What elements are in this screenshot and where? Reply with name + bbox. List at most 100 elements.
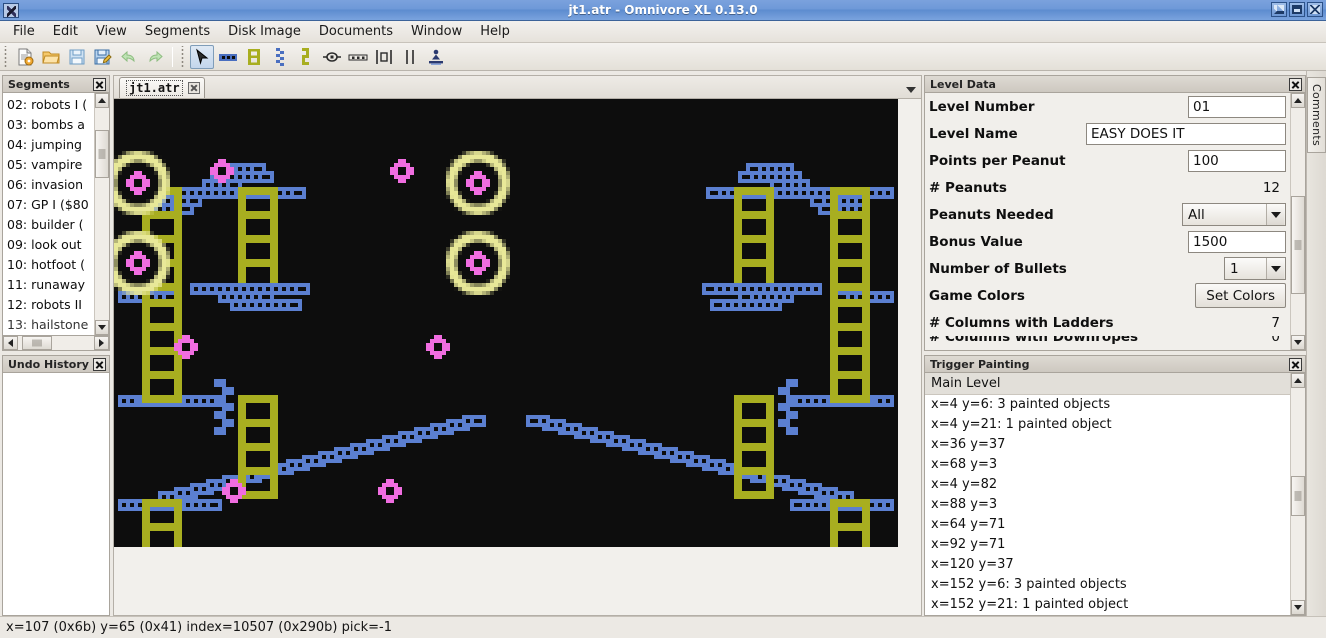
list-item[interactable]: 06: invasion xyxy=(4,175,94,195)
trigger-painting-vertical-scrollbar[interactable] xyxy=(1290,373,1305,615)
list-item[interactable]: 04: jumping xyxy=(4,135,94,155)
select-tool-button[interactable] xyxy=(190,44,214,69)
list-item[interactable]: 03: bombs a xyxy=(4,115,94,135)
draw-girder-button[interactable] xyxy=(216,45,240,69)
trigger-painting-panel-title: Trigger Painting xyxy=(924,355,1306,372)
scroll-track[interactable] xyxy=(1291,388,1305,600)
list-item[interactable]: x=4 y=82 xyxy=(925,475,1290,495)
menu-view[interactable]: View xyxy=(87,21,136,42)
chevron-down-icon[interactable] xyxy=(1266,204,1284,225)
list-item[interactable]: x=88 y=3 xyxy=(925,495,1290,515)
segments-panel-close-icon[interactable] xyxy=(93,77,106,91)
level-number-input[interactable]: 01 xyxy=(1188,95,1286,118)
redo-button[interactable] xyxy=(143,45,167,69)
save-as-button[interactable] xyxy=(91,45,115,69)
scroll-hthumb[interactable] xyxy=(22,336,52,350)
segments-panel-label: Segments xyxy=(8,77,70,91)
list-item[interactable]: 12: robots II xyxy=(4,295,94,315)
application-window: jt1.atr - Omnivore XL 0.13.0 File Edit V… xyxy=(0,0,1326,638)
list-item[interactable]: x=36 y=37 xyxy=(925,435,1290,455)
undo-button[interactable] xyxy=(117,45,141,69)
set-colors-button[interactable]: Set Colors xyxy=(1195,283,1286,308)
bonus-value-input[interactable]: 1500 xyxy=(1188,230,1286,253)
menu-help[interactable]: Help xyxy=(471,21,519,42)
menu-segments[interactable]: Segments xyxy=(136,21,219,42)
jumpman-level-canvas[interactable] xyxy=(114,99,898,547)
menu-disk-image[interactable]: Disk Image xyxy=(219,21,310,42)
number-of-bullets-select[interactable]: 1 xyxy=(1224,257,1286,280)
undo-history-panel-close-icon[interactable] xyxy=(93,357,106,371)
draw-downrope-button[interactable] xyxy=(268,45,292,69)
scroll-track[interactable] xyxy=(95,108,109,320)
menu-documents[interactable]: Documents xyxy=(310,21,402,42)
scroll-down-button[interactable] xyxy=(95,320,109,335)
level-name-input[interactable]: EASY DOES IT xyxy=(1086,122,1286,145)
list-item[interactable]: 13: hailstone xyxy=(4,315,94,335)
scroll-up-button[interactable] xyxy=(1291,93,1305,108)
scroll-down-button[interactable] xyxy=(1291,600,1305,615)
menu-edit[interactable]: Edit xyxy=(44,21,87,42)
tab-close-icon[interactable] xyxy=(187,82,200,94)
list-item[interactable]: x=152 y=6: 3 painted objects xyxy=(925,575,1290,595)
close-button[interactable] xyxy=(1307,2,1323,17)
erase-girder-button[interactable] xyxy=(346,45,370,69)
trigger-painting-panel-close-icon[interactable] xyxy=(1289,357,1302,371)
scroll-up-button[interactable] xyxy=(1291,373,1305,388)
chevron-down-icon[interactable] xyxy=(1266,258,1284,279)
list-item[interactable]: 11: runaway xyxy=(4,275,94,295)
chevron-down-icon[interactable] xyxy=(906,87,916,93)
list-item[interactable]: 07: GP I ($80 xyxy=(4,195,94,215)
label-bonus-value: Bonus Value xyxy=(929,233,1023,250)
level-canvas-area[interactable] xyxy=(113,99,922,616)
scroll-thumb[interactable] xyxy=(1291,476,1305,516)
list-item[interactable]: 02: robots I ( xyxy=(4,95,94,115)
scroll-up-button[interactable] xyxy=(95,93,109,108)
mirror-vertical-button[interactable] xyxy=(398,45,422,69)
scroll-thumb[interactable] xyxy=(95,130,109,178)
trigger-painting-header: Main Level xyxy=(925,373,1290,395)
list-item[interactable]: x=120 y=37 xyxy=(925,555,1290,575)
minimize-button[interactable] xyxy=(1271,2,1287,17)
scroll-thumb[interactable] xyxy=(1291,196,1305,294)
new-document-button[interactable] xyxy=(13,45,37,69)
undo-history-list[interactable] xyxy=(2,372,110,616)
draw-ladder-button[interactable] xyxy=(242,45,266,69)
peanuts-needed-select[interactable]: All xyxy=(1182,203,1286,226)
list-item[interactable]: x=152 y=21: 1 painted object xyxy=(925,595,1290,615)
chevron-up-icon xyxy=(1294,378,1302,383)
scroll-right-button[interactable] xyxy=(94,336,109,350)
list-item[interactable]: 10: hotfoot ( xyxy=(4,255,94,275)
menu-file[interactable]: File xyxy=(4,21,44,42)
tab-comments[interactable]: Comments xyxy=(1307,77,1326,154)
jumpman-sprite-button[interactable] xyxy=(424,45,448,69)
list-item[interactable]: x=92 y=71 xyxy=(925,535,1290,555)
tab-jt1-atr[interactable]: jt1.atr xyxy=(119,77,205,98)
list-item[interactable]: x=4 y=6: 3 painted objects xyxy=(925,395,1290,415)
trigger-painting-list[interactable]: Main Level x=4 y=6: 3 painted objects x=… xyxy=(925,373,1290,615)
mirror-horizontal-button[interactable] xyxy=(372,45,396,69)
level-data-vertical-scrollbar[interactable] xyxy=(1290,93,1305,350)
toolbar-grip-1[interactable] xyxy=(2,45,9,68)
segments-vertical-scrollbar[interactable] xyxy=(94,93,109,335)
draw-uprope-button[interactable] xyxy=(294,45,318,69)
maximize-button[interactable] xyxy=(1289,2,1305,17)
open-document-button[interactable] xyxy=(39,45,63,69)
list-item[interactable]: 08: builder ( xyxy=(4,215,94,235)
segments-horizontal-scrollbar[interactable] xyxy=(2,336,110,351)
scroll-down-button[interactable] xyxy=(1291,335,1305,350)
list-item[interactable]: 09: look out xyxy=(4,235,94,255)
scroll-left-button[interactable] xyxy=(3,336,18,350)
draw-peanut-button[interactable] xyxy=(320,45,344,69)
list-item[interactable]: 05: vampire xyxy=(4,155,94,175)
list-item[interactable]: x=4 y=21: 1 painted object xyxy=(925,415,1290,435)
save-button[interactable] xyxy=(65,45,89,69)
list-item[interactable]: x=64 y=71 xyxy=(925,515,1290,535)
scroll-htrack[interactable] xyxy=(18,336,94,350)
toolbar-grip-2[interactable] xyxy=(179,45,186,68)
segments-list[interactable]: 02: robots I ( 03: bombs a 04: jumping 0… xyxy=(3,93,94,335)
points-per-peanut-input[interactable]: 100 xyxy=(1188,149,1286,172)
scroll-track[interactable] xyxy=(1291,108,1305,335)
level-data-panel-close-icon[interactable] xyxy=(1289,77,1302,91)
list-item[interactable]: x=68 y=3 xyxy=(925,455,1290,475)
menu-window[interactable]: Window xyxy=(402,21,471,42)
